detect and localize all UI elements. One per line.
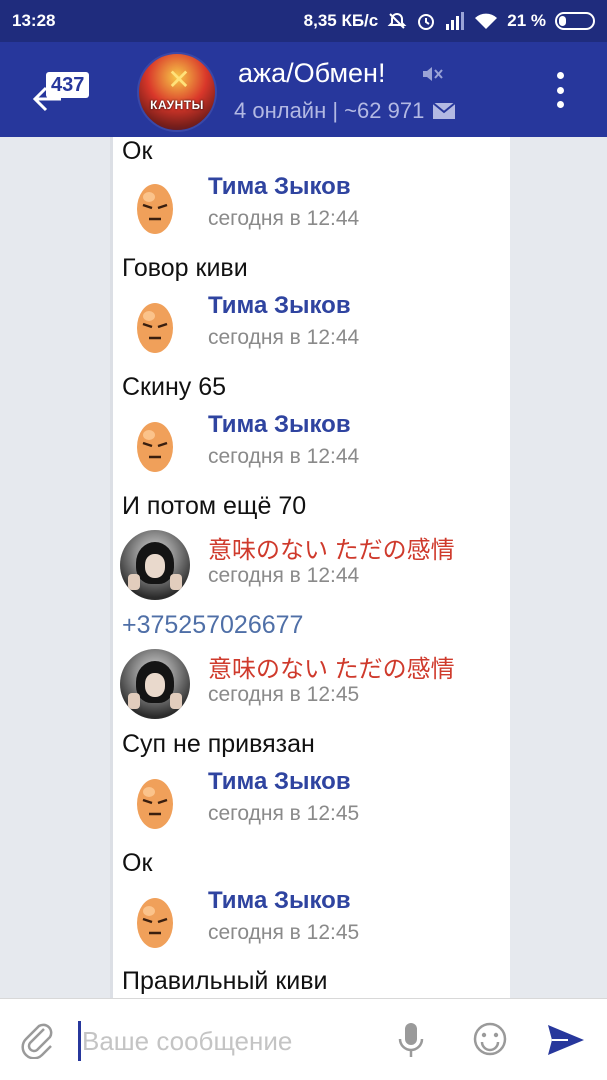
sender-name[interactable]: Тима Зыков	[208, 173, 351, 201]
emoji-icon[interactable]	[472, 1021, 508, 1057]
unread-badge: 437	[46, 72, 90, 98]
message-time: сегодня в 12:44	[208, 207, 360, 230]
sender-name[interactable]: Тима Зыков	[208, 292, 351, 320]
message-time: сегодня в 12:44	[208, 326, 360, 349]
attach-icon[interactable]	[20, 1021, 54, 1059]
crossed-swords-icon: ✕	[167, 64, 191, 95]
message-text: Суп не привязан	[122, 730, 315, 758]
message-header: Тима Зыков сегодня в 12:45	[120, 768, 500, 838]
message-list[interactable]: Ок Тима Зыков сегодня в 12:44 Говор киви…	[0, 137, 607, 998]
status-bar: 13:28 8,35 КБ/с 21 %	[0, 0, 607, 42]
signal-icon	[445, 12, 465, 30]
back-button[interactable]: 437	[26, 64, 96, 124]
message-header: 意味のない ただの感情 сегодня в 12:44	[120, 530, 500, 600]
network-speed: 8,35 КБ/с	[303, 11, 379, 30]
mail-icon	[432, 102, 456, 119]
more-vert-icon[interactable]	[552, 72, 568, 108]
message-text: Ок	[122, 137, 153, 165]
message-header: Тима Зыков сегодня в 12:44	[120, 292, 500, 362]
alarm-clock-icon	[416, 11, 436, 31]
message-header: Тима Зыков сегодня в 12:44	[120, 173, 500, 243]
egg-avatar[interactable]	[120, 768, 190, 838]
chat-subtitle: 4 онлайн | ~62 971	[234, 98, 456, 124]
alarm-off-icon	[387, 11, 407, 31]
message-time: сегодня в 12:44	[208, 445, 360, 468]
message-header: Тима Зыков сегодня в 12:45	[120, 887, 500, 957]
sender-name[interactable]: 意味のない ただの感情	[208, 649, 455, 684]
mute-icon	[423, 67, 443, 81]
group-avatar[interactable]: ✕ КАУНТЫ	[137, 52, 217, 132]
message-text: Ок	[122, 849, 153, 877]
sender-name[interactable]: Тима Зыков	[208, 887, 351, 915]
message-text: Скину 65	[122, 373, 227, 401]
wifi-icon	[474, 12, 498, 30]
message-text: Правильный киви	[122, 967, 328, 995]
egg-avatar[interactable]	[120, 411, 190, 481]
online-count: 4 онлайн | ~62 971	[234, 98, 425, 123]
message-time: сегодня в 12:44	[208, 564, 360, 587]
message-header: Тима Зыков сегодня в 12:44	[120, 411, 500, 481]
photo-avatar[interactable]	[120, 649, 190, 719]
message-time: сегодня в 12:45	[208, 921, 360, 944]
sender-name[interactable]: Тима Зыков	[208, 768, 351, 796]
message-time: сегодня в 12:45	[208, 683, 360, 706]
message-time: сегодня в 12:45	[208, 802, 360, 825]
status-time: 13:28	[12, 11, 56, 30]
photo-avatar[interactable]	[120, 530, 190, 600]
egg-avatar[interactable]	[120, 292, 190, 362]
battery-percent: 21 %	[507, 11, 546, 30]
egg-avatar[interactable]	[120, 887, 190, 957]
egg-avatar[interactable]	[120, 173, 190, 243]
chat-title[interactable]: ажа/Обмен!	[238, 58, 385, 89]
message-input[interactable]	[82, 1017, 382, 1065]
status-icons: 8,35 КБ/с 21 %	[304, 11, 595, 31]
phone-link[interactable]: +375257026677	[122, 611, 303, 640]
mic-icon[interactable]	[396, 1021, 426, 1059]
chat-header: 437 ажа/Обмен! 4 онлайн | ~62 971 ✕ КАУН…	[0, 42, 607, 137]
sender-name[interactable]: Тима Зыков	[208, 411, 351, 439]
battery-icon	[555, 12, 595, 30]
sender-name[interactable]: 意味のない ただの感情	[208, 530, 455, 565]
message-composer	[0, 998, 607, 1080]
message-header: 意味のない ただの感情 сегодня в 12:45	[120, 649, 500, 719]
group-avatar-text: КАУНТЫ	[150, 98, 204, 112]
send-icon[interactable]	[546, 1023, 586, 1057]
message-text: Говор киви	[122, 254, 248, 282]
message-text: И потом ещё 70	[122, 492, 307, 520]
text-cursor	[78, 1021, 81, 1061]
